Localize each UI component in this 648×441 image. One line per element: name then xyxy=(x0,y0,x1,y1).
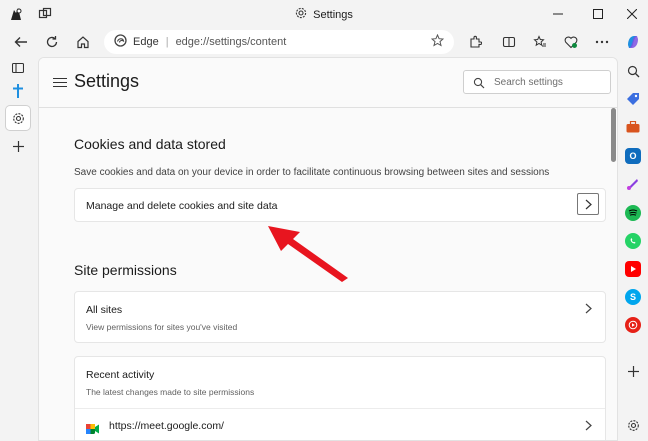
youtube-icon[interactable] xyxy=(625,261,641,277)
favorite-star-icon[interactable] xyxy=(430,33,445,50)
manage-cookies-label: Manage and delete cookies and site data xyxy=(86,200,278,212)
search-settings-box[interactable] xyxy=(463,70,611,94)
tab-actions-icon[interactable] xyxy=(6,56,30,80)
settings-tab-icon[interactable] xyxy=(6,106,30,130)
address-separator: | xyxy=(165,36,169,48)
window-title-text: Settings xyxy=(313,8,353,21)
shopping-tag-icon[interactable] xyxy=(625,91,641,107)
google-meet-icon xyxy=(86,421,99,434)
menu-icon[interactable] xyxy=(53,75,67,89)
minimize-button[interactable] xyxy=(545,4,571,24)
title-bar: Settings xyxy=(0,0,648,28)
whatsapp-icon[interactable] xyxy=(625,233,641,249)
all-sites-subtitle: View permissions for sites you've visite… xyxy=(86,322,238,332)
address-url[interactable]: edge://settings/content xyxy=(176,36,287,48)
back-button[interactable] xyxy=(9,30,33,54)
all-sites-row[interactable]: All sites View permissions for sites you… xyxy=(74,291,606,343)
cookies-section-title: Cookies and data stored xyxy=(74,136,226,152)
page-title: Settings xyxy=(74,71,140,91)
drop-icon[interactable] xyxy=(625,176,641,192)
recent-activity-card: Recent activity The latest changes made … xyxy=(74,356,606,440)
favorites-icon[interactable] xyxy=(528,30,552,54)
address-bar[interactable]: Edge | edge://settings/content xyxy=(104,30,454,54)
permissions-section-title: Site permissions xyxy=(74,262,177,278)
search-sidebar-icon[interactable] xyxy=(625,63,641,79)
outlook-icon[interactable]: O xyxy=(625,148,641,164)
new-tab-icon[interactable] xyxy=(6,134,30,158)
refresh-button[interactable] xyxy=(40,30,64,54)
all-sites-title: All sites xyxy=(86,304,123,316)
chevron-right-icon xyxy=(585,302,592,317)
youtube-music-icon[interactable] xyxy=(625,317,641,333)
settings-header: Settings xyxy=(39,58,617,108)
tools-briefcase-icon[interactable] xyxy=(625,119,641,135)
search-input[interactable] xyxy=(494,74,606,90)
close-button[interactable] xyxy=(619,4,645,24)
extensions-icon[interactable] xyxy=(463,30,487,54)
browser-toolbar: Edge | edge://settings/content xyxy=(0,28,648,56)
edge-logo-icon xyxy=(114,34,127,50)
more-options-icon[interactable] xyxy=(590,30,614,54)
maximize-button[interactable] xyxy=(585,4,611,24)
recent-activity-subtitle: The latest changes made to site permissi… xyxy=(86,387,255,397)
skype-icon[interactable]: S xyxy=(625,289,641,305)
spotify-icon[interactable] xyxy=(625,205,641,221)
manage-cookies-row[interactable]: Manage and delete cookies and site data xyxy=(74,188,606,222)
chevron-right-icon xyxy=(585,419,592,434)
home-button[interactable] xyxy=(71,30,95,54)
recent-activity-title: Recent activity xyxy=(86,369,155,381)
settings-gear-icon xyxy=(295,7,307,22)
copilot-icon[interactable] xyxy=(621,30,645,54)
right-sidebar: O S xyxy=(618,56,648,441)
cookies-section-description: Save cookies and data on your device in … xyxy=(74,167,550,178)
annotation-arrow-icon xyxy=(268,226,348,282)
pinned-tab-icon[interactable] xyxy=(6,79,30,103)
split-screen-icon[interactable] xyxy=(497,30,521,54)
vertical-tab-strip xyxy=(0,56,36,441)
recent-site-row[interactable]: https://meet.google.com/ xyxy=(75,409,605,440)
browser-essentials-icon[interactable] xyxy=(559,30,583,54)
address-label: Edge xyxy=(133,36,159,48)
chevron-right-icon[interactable] xyxy=(577,193,599,215)
recent-site-url: https://meet.google.com/ xyxy=(109,420,224,432)
sidebar-settings-icon[interactable] xyxy=(625,417,641,433)
add-sidebar-app-icon[interactable] xyxy=(625,363,641,379)
search-icon xyxy=(473,76,485,89)
